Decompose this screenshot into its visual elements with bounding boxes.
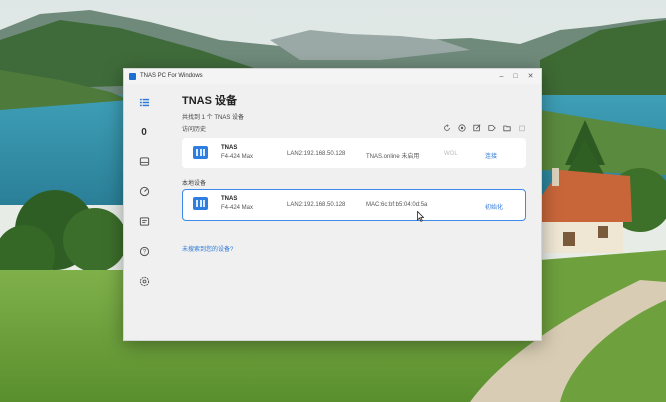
mouse-cursor-icon [417,211,424,222]
wol-button[interactable]: WOL [444,151,458,157]
close-button[interactable]: ✕ [523,70,538,83]
device-not-found-link[interactable]: 未搜索到您的设备? [182,244,233,253]
history-section-label: 访问历史 [182,127,207,133]
main-content: TNAS 设备 共找到 1 个 TNAS 设备 访问历史 TNAS F4-424… [182,84,532,334]
tnas-online-status: TNAS.online 未启用 [366,154,420,160]
refresh-icon[interactable] [442,123,452,133]
zero-icon[interactable]: 0 [137,125,151,139]
device-lan: LAN2:192.168.50.128 [287,202,346,208]
nas-device-icon [193,197,208,210]
drive-icon[interactable] [137,154,151,168]
history-device-card[interactable]: TNAS F4-424 Max LAN2:192.168.50.128 TNAS… [182,138,526,168]
device-lan: LAN2:192.168.50.128 [287,151,346,157]
settings-icon[interactable] [137,274,151,288]
minimize-button[interactable]: – [494,70,509,83]
gauge-icon[interactable] [137,184,151,198]
device-name: TNAS [221,196,238,202]
device-model: F4-424 Max [221,205,254,211]
app-logo-icon [129,73,136,80]
maximize-button[interactable]: □ [508,70,523,83]
add-icon[interactable] [457,123,467,133]
sidebar: 0 ? [124,84,164,340]
found-count-text: 共找到 1 个 TNAS 设备 [182,115,245,121]
initialize-button[interactable]: 初始化 [485,202,503,211]
device-mac: MAC:6c:bf:b5:04:0d:5a [366,202,428,208]
help-icon[interactable]: ? [137,244,151,258]
local-section-label: 本地设备 [182,181,207,187]
app-window: TNAS PC For Windows – □ ✕ 0 ? TNAS 设备 共找… [123,68,542,341]
message-icon[interactable] [137,214,151,228]
folder-icon[interactable] [502,123,512,133]
window-title: TNAS PC For Windows [140,73,203,79]
history-toolbar [442,123,527,133]
title-bar[interactable]: TNAS PC For Windows – □ ✕ [124,69,541,84]
local-device-card[interactable]: TNAS F4-424 Max LAN2:192.168.50.128 MAC:… [182,189,526,221]
page-title: TNAS 设备 [182,95,237,107]
list-icon[interactable] [137,95,151,109]
device-model: F4-424 Max [221,154,254,160]
delete-icon[interactable] [517,123,527,133]
tag-icon[interactable] [487,123,497,133]
connect-button[interactable]: 连接 [485,151,497,160]
nas-device-icon [193,146,208,159]
device-name: TNAS [221,145,238,151]
edit-icon[interactable] [472,123,482,133]
